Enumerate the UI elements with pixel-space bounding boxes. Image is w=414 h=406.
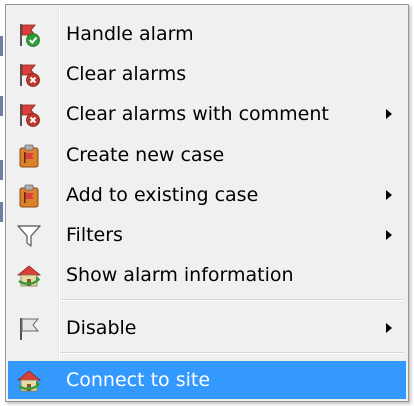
submenu-arrow-icon xyxy=(386,323,392,333)
menu-item-label: Show alarm information xyxy=(66,264,294,286)
menu-separator xyxy=(60,299,404,301)
menu-item-disable[interactable]: Disable xyxy=(8,309,406,347)
menu-item-label: Clear alarms xyxy=(66,63,187,85)
menu-item-clear-alarms-with-comment[interactable]: Clear alarms with comment xyxy=(8,95,406,133)
menu-item-label: Filters xyxy=(66,224,123,246)
clear-alarms-comment-icon xyxy=(16,102,42,128)
menu-item-label: Disable xyxy=(66,317,137,339)
menu-separator xyxy=(60,352,404,354)
screenshot: Handle alarm Clear alarms Clear alarms w… xyxy=(0,0,414,406)
clear-alarms-icon xyxy=(16,62,42,88)
context-menu: Handle alarm Clear alarms Clear alarms w… xyxy=(5,4,409,402)
menu-item-filters[interactable]: Filters xyxy=(8,216,406,254)
menu-item-label: Clear alarms with comment xyxy=(66,103,329,125)
filter-icon xyxy=(16,223,42,249)
menu-item-label: Handle alarm xyxy=(66,23,194,45)
create-case-icon xyxy=(16,143,42,169)
menu-item-clear-alarms[interactable]: Clear alarms xyxy=(8,55,406,93)
menu-item-connect-to-site[interactable]: Connect to site xyxy=(8,361,406,399)
menu-item-create-new-case[interactable]: Create new case xyxy=(8,136,406,174)
menu-item-label: Connect to site xyxy=(66,369,211,391)
menu-item-add-to-existing-case[interactable]: Add to existing case xyxy=(8,176,406,214)
menu-item-label: Create new case xyxy=(66,144,225,166)
menu-item-handle-alarm[interactable]: Handle alarm xyxy=(8,15,406,53)
submenu-arrow-icon xyxy=(386,230,392,240)
disable-flag-icon xyxy=(16,316,42,342)
submenu-arrow-icon xyxy=(386,190,392,200)
menu-item-label: Add to existing case xyxy=(66,184,259,206)
submenu-arrow-icon xyxy=(386,109,392,119)
connect-site-icon xyxy=(16,368,42,394)
alarm-info-icon xyxy=(16,263,42,289)
add-case-icon xyxy=(16,183,42,209)
handle-alarm-icon xyxy=(16,22,42,48)
menu-item-show-alarm-information[interactable]: Show alarm information xyxy=(8,256,406,294)
